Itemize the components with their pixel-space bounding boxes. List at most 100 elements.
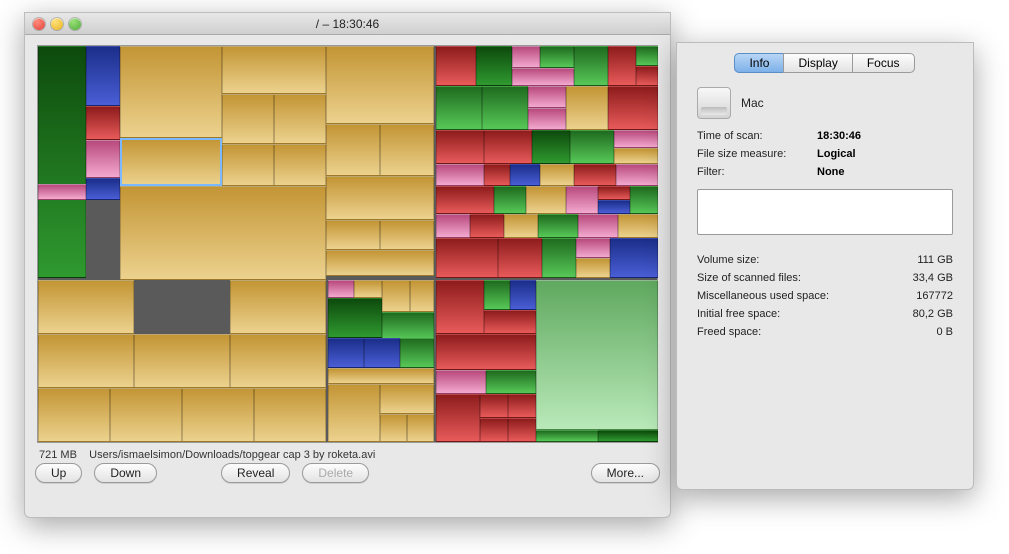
treemap-block[interactable]	[528, 86, 566, 108]
titlebar[interactable]: / – 18:30:46	[25, 13, 670, 35]
treemap-block[interactable]	[566, 186, 598, 214]
treemap-block[interactable]	[484, 280, 510, 310]
treemap-block[interactable]	[110, 388, 182, 442]
treemap-block[interactable]	[326, 46, 434, 124]
treemap-block[interactable]	[86, 106, 120, 140]
treemap-block[interactable]	[182, 388, 254, 442]
treemap-block[interactable]	[536, 430, 598, 442]
treemap-block[interactable]	[134, 334, 230, 388]
treemap-block[interactable]	[576, 258, 610, 278]
treemap-block[interactable]	[636, 66, 658, 86]
treemap-block[interactable]	[470, 214, 504, 238]
treemap-block[interactable]	[222, 46, 326, 94]
treemap-block[interactable]	[38, 46, 86, 278]
treemap-block[interactable]	[598, 430, 658, 442]
treemap-block[interactable]	[598, 200, 630, 214]
treemap-block[interactable]	[578, 214, 618, 238]
treemap-block[interactable]	[576, 238, 610, 258]
treemap-block[interactable]	[326, 176, 434, 220]
minimize-icon[interactable]	[51, 18, 63, 30]
treemap-block[interactable]	[476, 46, 512, 86]
tab-focus[interactable]: Focus	[852, 53, 915, 73]
treemap-block[interactable]	[498, 238, 542, 278]
treemap-block[interactable]	[510, 280, 536, 310]
treemap-block[interactable]	[566, 86, 608, 130]
treemap-block[interactable]	[382, 280, 410, 312]
treemap-block[interactable]	[436, 86, 482, 130]
treemap-block[interactable]	[542, 238, 576, 278]
treemap-block[interactable]	[618, 214, 658, 238]
treemap-block[interactable]	[38, 184, 86, 200]
treemap-block[interactable]	[504, 214, 538, 238]
treemap-block[interactable]	[364, 338, 400, 368]
treemap-block[interactable]	[484, 164, 510, 186]
treemap-block[interactable]	[380, 414, 407, 442]
treemap-block[interactable]	[436, 164, 484, 186]
treemap-block[interactable]	[540, 164, 574, 186]
treemap-block[interactable]	[508, 418, 536, 442]
treemap-block[interactable]	[380, 220, 434, 250]
treemap-block[interactable]	[574, 164, 616, 186]
treemap-block[interactable]	[436, 280, 484, 334]
tab-display[interactable]: Display	[783, 53, 852, 73]
treemap-block[interactable]	[610, 238, 658, 278]
treemap-block[interactable]	[400, 338, 434, 368]
treemap-block[interactable]	[512, 46, 540, 68]
treemap-block[interactable]	[526, 186, 566, 214]
treemap-block[interactable]	[538, 214, 578, 238]
treemap-block[interactable]	[38, 388, 110, 442]
treemap-block[interactable]	[86, 140, 120, 178]
treemap-block[interactable]	[510, 164, 540, 186]
treemap-block[interactable]	[614, 130, 658, 148]
treemap-block[interactable]	[38, 280, 134, 334]
treemap-block[interactable]	[608, 46, 636, 86]
treemap-block[interactable]	[120, 46, 222, 138]
treemap-block[interactable]	[410, 280, 434, 312]
treemap-block[interactable]	[436, 334, 536, 370]
treemap-block[interactable]	[120, 186, 326, 280]
zoom-icon[interactable]	[69, 18, 81, 30]
treemap-block[interactable]	[482, 86, 528, 130]
treemap-block[interactable]	[436, 130, 484, 164]
treemap-block[interactable]	[326, 124, 380, 176]
treemap-block[interactable]	[326, 250, 434, 276]
treemap-block[interactable]	[328, 368, 434, 384]
treemap-block[interactable]	[616, 164, 658, 186]
treemap-view[interactable]	[37, 45, 658, 443]
treemap-block[interactable]	[380, 384, 434, 414]
treemap-block[interactable]	[484, 310, 536, 334]
delete-button[interactable]: Delete	[302, 463, 369, 483]
treemap-block[interactable]	[380, 124, 434, 176]
treemap-block[interactable]	[436, 370, 486, 394]
treemap-block[interactable]	[436, 394, 480, 442]
treemap-block[interactable]	[480, 418, 508, 442]
treemap-block[interactable]	[328, 338, 364, 368]
treemap-block[interactable]	[326, 220, 380, 250]
treemap-block[interactable]	[222, 94, 274, 144]
treemap-block[interactable]	[494, 186, 526, 214]
treemap-block[interactable]	[230, 280, 326, 334]
more-button[interactable]: More...	[591, 463, 660, 483]
treemap-block[interactable]	[598, 186, 630, 200]
treemap-block[interactable]	[254, 388, 326, 442]
treemap-block-selected[interactable]	[120, 138, 222, 186]
treemap-block[interactable]	[274, 94, 326, 144]
treemap-block[interactable]	[614, 148, 658, 164]
treemap-block[interactable]	[222, 144, 274, 186]
treemap-block[interactable]	[636, 46, 658, 66]
treemap-block[interactable]	[630, 186, 658, 214]
close-icon[interactable]	[33, 18, 45, 30]
treemap-block[interactable]	[86, 178, 120, 200]
treemap-block[interactable]	[570, 130, 614, 164]
treemap-block[interactable]	[480, 394, 508, 418]
treemap-block[interactable]	[436, 46, 476, 86]
treemap-block[interactable]	[436, 186, 494, 214]
treemap-block[interactable]	[608, 86, 658, 130]
treemap-block[interactable]	[528, 108, 566, 130]
treemap-block[interactable]	[484, 130, 532, 164]
treemap-block[interactable]	[486, 370, 536, 394]
treemap-block[interactable]	[536, 280, 658, 430]
treemap-block[interactable]	[86, 46, 120, 106]
reveal-button[interactable]: Reveal	[221, 463, 290, 483]
comment-input[interactable]	[697, 189, 953, 235]
